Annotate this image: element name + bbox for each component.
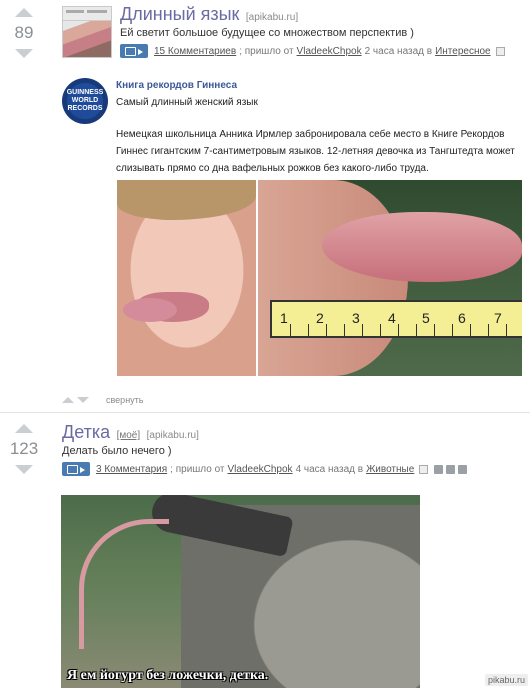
pikabu-watermark: pikabu.ru <box>484 674 528 686</box>
comments-link[interactable]: 3 Комментария <box>96 464 167 475</box>
ruler: 1 2 3 4 5 6 7 <box>270 300 522 338</box>
comments-link[interactable]: 15 Комментариев <box>154 46 236 57</box>
blogger-icon[interactable] <box>446 464 456 474</box>
score: 123 <box>9 439 39 458</box>
source-name[interactable]: Книга рекордов Гиннеса <box>116 80 237 91</box>
meta-from-label: ; пришло от <box>239 45 294 57</box>
meta-time: 4 часа назад в <box>295 463 364 475</box>
author-link[interactable]: VladeekChpok <box>297 46 362 57</box>
post-domain: [apikabu.ru] <box>245 12 299 23</box>
mini-up-arrow-icon[interactable] <box>62 397 74 403</box>
upvote-arrow-icon[interactable] <box>15 8 33 17</box>
post-meta: 3 Комментария ; пришло от VladeekChpok 4… <box>62 462 524 476</box>
logo-text: GUINNESS WORLD RECORDS <box>66 89 104 112</box>
camera-icon <box>62 462 90 476</box>
girl-photo <box>117 180 256 376</box>
source-subtitle: Самый длинный женский язык <box>116 97 258 108</box>
upvote-arrow-icon[interactable] <box>15 424 33 433</box>
meta-time: 2 часа назад в <box>364 45 433 57</box>
save-icon[interactable] <box>419 464 429 474</box>
post-divider <box>0 412 530 413</box>
author-link[interactable]: VladeekChpok <box>228 464 293 475</box>
post-title[interactable]: Длинный язык <box>120 4 239 24</box>
post-description: Делать было нечего ) <box>62 445 172 457</box>
anteater-tongue <box>79 519 169 649</box>
guinness-logo-icon: GUINNESS WORLD RECORDS <box>62 78 108 124</box>
downvote-arrow-icon[interactable] <box>15 49 33 58</box>
rating-block: 89 <box>6 8 42 58</box>
image-caption: Я ем йогурт без ложечки, детка. <box>67 668 269 683</box>
post-meta: 15 Комментариев ; пришло от VladeekChpok… <box>120 44 524 58</box>
post-description: Ей светит большое будущее со множеством … <box>120 27 414 39</box>
downvote-arrow-icon[interactable] <box>15 465 33 474</box>
post-thumbnail[interactable] <box>62 6 112 58</box>
facebook-icon[interactable] <box>434 464 444 474</box>
collapse-label[interactable]: свернуть <box>106 395 143 405</box>
mini-down-arrow-icon[interactable] <box>77 397 89 403</box>
tongue-ruler-photo: 1 2 3 4 5 6 7 <box>258 180 522 376</box>
post-title[interactable]: Детка <box>62 422 110 442</box>
category-link[interactable]: Животные <box>366 464 414 475</box>
meta-from-label: ; пришло от <box>170 463 225 475</box>
tag-mine[interactable]: [моё] <box>117 430 141 441</box>
score: 89 <box>14 23 34 42</box>
post-image-tongue[interactable]: 1 2 3 4 5 6 7 <box>117 180 522 376</box>
category-link[interactable]: Интересное <box>435 46 491 57</box>
rating-block: 123 <box>6 424 42 474</box>
article-text: Немецкая школьница Анника Ирмлер заброни… <box>116 129 515 174</box>
post-image-anteater[interactable]: Я ем йогурт без ложечки, детка. <box>61 495 420 688</box>
post-header: Длинный язык [apikabu.ru] Ей светит боль… <box>120 4 524 58</box>
post-header: Детка [моё] [apikabu.ru] Делать было неч… <box>62 422 524 476</box>
vk-icon[interactable] <box>458 464 468 474</box>
post-domain: [apikabu.ru] <box>146 430 199 441</box>
camera-icon <box>120 44 148 58</box>
collapse-control[interactable]: свернуть <box>62 395 143 405</box>
save-icon[interactable] <box>495 46 505 56</box>
